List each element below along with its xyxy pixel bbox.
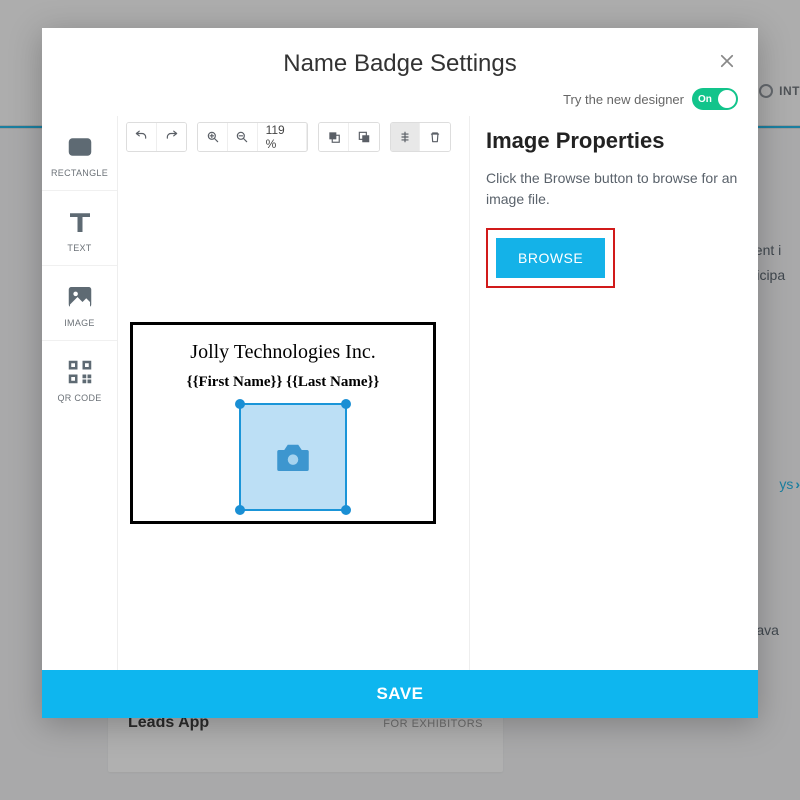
palette-rectangle[interactable]: RECTANGLE (42, 116, 117, 191)
palette-text[interactable]: TEXT (42, 191, 117, 266)
badge-preview[interactable]: Jolly Technologies Inc. {{First Name}} {… (130, 322, 436, 524)
resize-handle-tr[interactable] (341, 399, 351, 409)
bring-front-icon (327, 130, 341, 144)
badge-company-text[interactable]: Jolly Technologies Inc. (133, 341, 433, 364)
redo-icon (165, 130, 179, 144)
align-icon (398, 130, 412, 144)
zoom-in-icon (206, 130, 220, 144)
modal-header: Name Badge Settings (42, 28, 758, 84)
canvas-toolbar: 119 % (118, 116, 469, 158)
history-group (126, 122, 187, 152)
text-icon (65, 207, 95, 237)
try-designer-row: Try the new designer On (42, 84, 758, 116)
edit-group (390, 122, 451, 152)
camera-icon (241, 405, 345, 509)
properties-panel: Image Properties Click the Browse button… (470, 116, 758, 670)
align-button[interactable] (391, 123, 421, 151)
palette-image[interactable]: IMAGE (42, 266, 117, 341)
close-button[interactable] (718, 52, 736, 70)
properties-description: Click the Browse button to browse for an… (486, 168, 738, 210)
browse-button[interactable]: BROWSE (496, 238, 605, 278)
redo-button[interactable] (157, 123, 187, 151)
qrcode-icon (65, 357, 95, 387)
trash-icon (428, 130, 442, 144)
close-icon (718, 52, 736, 70)
save-button[interactable]: SAVE (42, 670, 758, 718)
delete-button[interactable] (420, 123, 450, 151)
send-back-icon (357, 130, 371, 144)
resize-handle-bl[interactable] (235, 505, 245, 515)
modal-title: Name Badge Settings (62, 50, 738, 78)
toggle-knob (718, 90, 736, 108)
try-designer-label: Try the new designer (563, 92, 684, 107)
image-icon (65, 282, 95, 312)
palette-qrcode[interactable]: QR CODE (42, 341, 117, 415)
selected-image-element[interactable] (239, 403, 347, 511)
canvas-panel: 119 % (118, 116, 470, 670)
send-back-button[interactable] (349, 123, 379, 151)
tool-palette: RECTANGLE TEXT IMAGE (42, 116, 118, 670)
properties-title: Image Properties (486, 128, 738, 154)
zoom-out-icon (235, 130, 249, 144)
palette-text-label: TEXT (46, 243, 113, 253)
browse-highlight: BROWSE (486, 228, 615, 288)
undo-icon (134, 130, 148, 144)
arrange-group (318, 122, 379, 152)
zoom-out-button[interactable] (228, 123, 258, 151)
palette-image-label: IMAGE (46, 318, 113, 328)
modal-body: RECTANGLE TEXT IMAGE (42, 116, 758, 670)
resize-handle-br[interactable] (341, 505, 351, 515)
bring-front-button[interactable] (319, 123, 349, 151)
badge-name-template[interactable]: {{First Name}} {{Last Name}} (133, 374, 433, 391)
zoom-level[interactable]: 119 % (258, 123, 308, 151)
designer-toggle[interactable]: On (692, 88, 738, 110)
undo-button[interactable] (127, 123, 157, 151)
toggle-on-label: On (698, 94, 712, 105)
zoom-group: 119 % (197, 122, 308, 152)
name-badge-settings-modal: Name Badge Settings Try the new designer… (42, 28, 758, 718)
rectangle-icon (65, 132, 95, 162)
badge-canvas[interactable]: Jolly Technologies Inc. {{First Name}} {… (118, 158, 469, 670)
palette-qrcode-label: QR CODE (46, 393, 113, 403)
zoom-in-button[interactable] (198, 123, 228, 151)
resize-handle-tl[interactable] (235, 399, 245, 409)
palette-rectangle-label: RECTANGLE (46, 168, 113, 178)
